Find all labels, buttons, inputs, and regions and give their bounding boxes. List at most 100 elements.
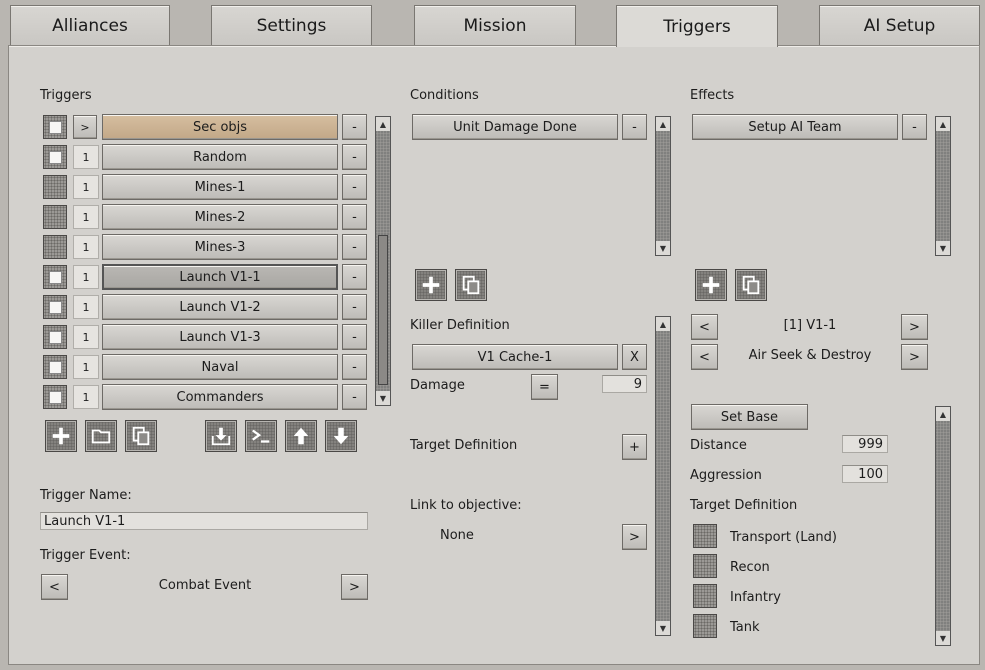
add-trigger-button[interactable] xyxy=(45,420,77,452)
scroll-up-icon[interactable]: ▲ xyxy=(936,407,950,421)
trigger-count: 1 xyxy=(73,295,99,319)
team-prev-button[interactable]: < xyxy=(691,314,718,340)
scroll-down-icon[interactable]: ▼ xyxy=(936,241,950,255)
clear-killer-button[interactable]: X xyxy=(622,344,647,370)
trigger-count: 1 xyxy=(73,235,99,259)
condition-item[interactable]: Unit Damage Done xyxy=(412,114,618,140)
trigger-item[interactable]: Sec objs xyxy=(102,114,338,140)
effect-details-scrollbar[interactable]: ▲ ▼ xyxy=(935,406,951,646)
scroll-down-icon[interactable]: ▼ xyxy=(376,391,390,405)
scroll-up-icon[interactable]: ▲ xyxy=(656,317,670,331)
scroll-thumb[interactable] xyxy=(378,235,388,385)
killer-definition-value[interactable]: V1 Cache-1 xyxy=(412,344,618,370)
remove-trigger-button[interactable]: - xyxy=(342,264,367,290)
trigger-item[interactable]: Commanders xyxy=(102,384,338,410)
condition-details-scrollbar[interactable]: ▲ ▼ xyxy=(655,316,671,636)
trigger-item[interactable]: Launch V1-2 xyxy=(102,294,338,320)
trigger-item[interactable]: Mines-1 xyxy=(102,174,338,200)
team-next-button[interactable]: > xyxy=(901,314,928,340)
move-trigger-up-button[interactable] xyxy=(285,420,317,452)
trigger-enabled-checkbox[interactable] xyxy=(43,325,67,349)
target-type-checkbox[interactable] xyxy=(693,614,717,638)
add-effect-button[interactable] xyxy=(695,269,727,301)
remove-trigger-button[interactable]: - xyxy=(342,324,367,350)
remove-trigger-button[interactable]: - xyxy=(342,354,367,380)
scroll-down-icon[interactable]: ▼ xyxy=(656,621,670,635)
target-type-label: Tank xyxy=(730,620,760,635)
import-trigger-button[interactable] xyxy=(205,420,237,452)
add-target-definition-button[interactable]: + xyxy=(622,434,647,460)
effects-scrollbar[interactable]: ▲ ▼ xyxy=(935,116,951,256)
scroll-down-icon[interactable]: ▼ xyxy=(656,241,670,255)
trigger-enabled-checkbox[interactable] xyxy=(43,265,67,289)
scroll-down-icon[interactable]: ▼ xyxy=(936,631,950,645)
trigger-list-scrollbar[interactable]: ▲ ▼ xyxy=(375,116,391,406)
trigger-item[interactable]: Naval xyxy=(102,354,338,380)
trigger-enabled-checkbox[interactable] xyxy=(43,175,67,199)
console-trigger-button[interactable] xyxy=(245,420,277,452)
copy-condition-button[interactable] xyxy=(455,269,487,301)
remove-trigger-button[interactable]: - xyxy=(342,384,367,410)
move-trigger-down-button[interactable] xyxy=(325,420,357,452)
trigger-expand-button[interactable]: > xyxy=(73,115,97,139)
effects-heading: Effects xyxy=(690,88,735,103)
copy-effect-button[interactable] xyxy=(735,269,767,301)
remove-condition-button[interactable]: - xyxy=(622,114,647,140)
trigger-enabled-checkbox[interactable] xyxy=(43,235,67,259)
remove-trigger-button[interactable]: - xyxy=(342,294,367,320)
trigger-enabled-checkbox[interactable] xyxy=(43,385,67,409)
team-value: [1] V1-1 xyxy=(783,318,837,333)
target-definition-label: Target Definition xyxy=(410,438,518,453)
trigger-enabled-checkbox[interactable] xyxy=(43,205,67,229)
remove-effect-button[interactable]: - xyxy=(902,114,927,140)
trigger-item[interactable]: Mines-2 xyxy=(102,204,338,230)
import-icon xyxy=(211,427,231,446)
trigger-item[interactable]: Launch V1-3 xyxy=(102,324,338,350)
remove-trigger-button[interactable]: - xyxy=(342,234,367,260)
trigger-name-input[interactable]: Launch V1-1 xyxy=(40,512,368,530)
remove-trigger-button[interactable]: - xyxy=(342,174,367,200)
copy-icon xyxy=(462,275,480,295)
remove-trigger-button[interactable]: - xyxy=(342,114,367,140)
trigger-event-next-button[interactable]: > xyxy=(341,574,368,600)
trigger-enabled-checkbox[interactable] xyxy=(43,295,67,319)
scroll-up-icon[interactable]: ▲ xyxy=(376,117,390,131)
effect-item[interactable]: Setup AI Team xyxy=(692,114,898,140)
scroll-up-icon[interactable]: ▲ xyxy=(936,117,950,131)
link-objective-value: None xyxy=(440,528,474,543)
target-type-checkbox[interactable] xyxy=(693,584,717,608)
trigger-event-label: Trigger Event: xyxy=(40,548,131,563)
trigger-enabled-checkbox[interactable] xyxy=(43,355,67,379)
set-base-button[interactable]: Set Base xyxy=(691,404,808,430)
aggression-label: Aggression xyxy=(690,468,762,483)
trigger-count: 1 xyxy=(73,355,99,379)
scroll-up-icon[interactable]: ▲ xyxy=(656,117,670,131)
trigger-item[interactable]: Random xyxy=(102,144,338,170)
copy-trigger-button[interactable] xyxy=(125,420,157,452)
trigger-item[interactable]: Mines-3 xyxy=(102,234,338,260)
conditions-scrollbar[interactable]: ▲ ▼ xyxy=(655,116,671,256)
trigger-enabled-checkbox[interactable] xyxy=(43,115,67,139)
trigger-item[interactable]: Launch V1-1 xyxy=(102,264,338,290)
trigger-enabled-checkbox[interactable] xyxy=(43,145,67,169)
link-objective-next-button[interactable]: > xyxy=(622,524,647,550)
remove-trigger-button[interactable]: - xyxy=(342,144,367,170)
target-type-label: Infantry xyxy=(730,590,781,605)
behavior-next-button[interactable]: > xyxy=(901,344,928,370)
terminal-icon xyxy=(252,429,270,443)
target-type-checkbox[interactable] xyxy=(693,554,717,578)
distance-input[interactable]: 999 xyxy=(842,435,888,453)
behavior-prev-button[interactable]: < xyxy=(691,344,718,370)
damage-value-input[interactable]: 9 xyxy=(602,375,647,393)
remove-trigger-button[interactable]: - xyxy=(342,204,367,230)
aggression-input[interactable]: 100 xyxy=(842,465,888,483)
add-condition-button[interactable] xyxy=(415,269,447,301)
folder-icon xyxy=(91,429,111,444)
target-type-checkbox[interactable] xyxy=(693,524,717,548)
damage-operator-button[interactable]: = xyxy=(531,374,558,400)
behavior-value: Air Seek & Destroy xyxy=(748,348,872,363)
trigger-event-prev-button[interactable]: < xyxy=(41,574,68,600)
arrow-up-icon xyxy=(293,427,309,445)
folder-trigger-button[interactable] xyxy=(85,420,117,452)
target-type-label: Recon xyxy=(730,560,770,575)
